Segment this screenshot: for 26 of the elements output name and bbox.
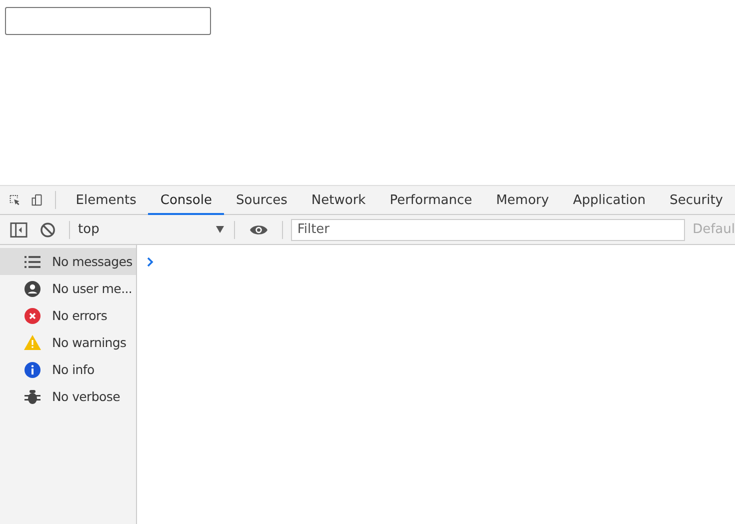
- clear-console-icon[interactable]: [40, 222, 56, 238]
- user-icon: [24, 280, 41, 296]
- message-filter-item[interactable]: No errors: [0, 302, 136, 329]
- panel-tab[interactable]: Performance: [378, 186, 484, 214]
- message-filter-item[interactable]: No info: [0, 356, 136, 383]
- list-icon: [24, 256, 41, 268]
- panel-tab[interactable]: Memory: [484, 186, 561, 214]
- sidebar-toggle-icon[interactable]: [10, 222, 28, 238]
- filter-field[interactable]: Filter: [291, 218, 685, 240]
- context-dropdown[interactable]: top: [78, 222, 226, 237]
- warning-icon: [24, 335, 41, 350]
- panel-tab[interactable]: Application: [560, 186, 658, 214]
- message-filter-item[interactable]: No warnings: [0, 329, 136, 356]
- message-filter-item[interactable]: No messages: [0, 248, 136, 275]
- panel-tab[interactable]: Security: [658, 186, 735, 214]
- prompt-chevron-icon: [147, 257, 154, 267]
- panel-tab[interactable]: Elements: [64, 186, 148, 214]
- message-filter-item[interactable]: No user me...: [0, 275, 136, 302]
- panel-tab[interactable]: Sources: [224, 186, 300, 214]
- bug-icon: [24, 388, 41, 404]
- message-filter-item[interactable]: No verbose: [0, 383, 136, 410]
- eye-icon[interactable]: [248, 222, 268, 236]
- info-icon: [24, 362, 41, 378]
- error-icon: [24, 308, 41, 324]
- panel-tab[interactable]: Network: [299, 186, 378, 214]
- text-input-field[interactable]: [5, 7, 211, 35]
